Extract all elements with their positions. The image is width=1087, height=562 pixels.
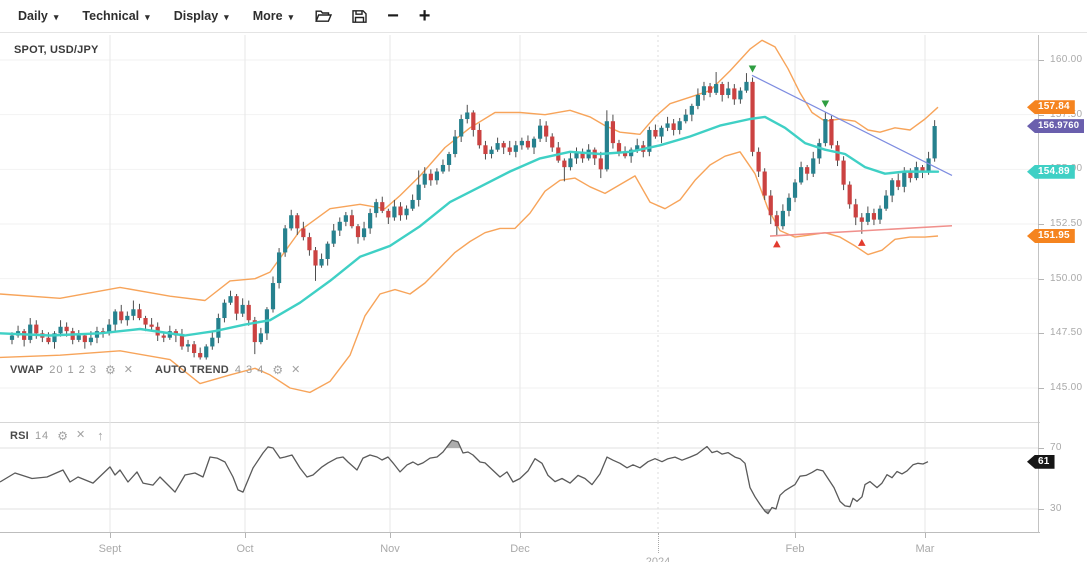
minus-icon: − (387, 6, 399, 26)
price-tick-label: 145.00 (1050, 382, 1087, 393)
rsi-move-up-icon[interactable]: ↑ (97, 429, 104, 442)
menu-more-label: More (253, 9, 283, 23)
zoom-out-button[interactable]: − (377, 0, 409, 32)
rsi-legend-row: RSI 14 ⚙ ✕ ↑ (10, 429, 104, 442)
x-axis-month-label: Oct (225, 543, 265, 555)
plus-icon: + (419, 6, 431, 26)
vwap-remove-icon[interactable]: ✕ (124, 365, 133, 376)
chevron-down-icon: ▾ (289, 12, 294, 23)
price-tickmark (1038, 60, 1044, 61)
save-icon (352, 9, 367, 24)
x-axis-month-label: Nov (370, 543, 410, 555)
bollinger-upper-line (0, 40, 938, 300)
open-layout-button[interactable] (305, 0, 342, 32)
x-axis-month-label: Dec (500, 543, 540, 555)
month-tickmark (110, 533, 111, 538)
chevron-down-icon: ▾ (224, 12, 229, 23)
year-tickmark (658, 533, 660, 553)
vwap-settings-icon[interactable]: ⚙ (105, 364, 116, 376)
price-tickmark (1038, 388, 1044, 389)
chevron-down-icon: ▾ (145, 12, 150, 23)
menu-daily-label: Daily (18, 9, 48, 23)
month-tickmark (390, 533, 391, 538)
price-tick-label: 150.00 (1050, 273, 1087, 284)
vwap-legend-params: 20 1 2 3 (49, 364, 97, 376)
badge-bollinger-lower-value: 151.95 (1027, 229, 1075, 243)
rsi-line (0, 440, 928, 513)
rsi-legend-params: 14 (35, 430, 49, 442)
price-tickmark (1038, 333, 1044, 334)
price-tickmark (1038, 224, 1044, 225)
save-layout-button[interactable] (342, 0, 377, 32)
x-axis-month-label: Feb (775, 543, 815, 555)
auto-trend-legend-label: AUTO TREND (155, 364, 229, 376)
swing-high-marker (822, 100, 830, 107)
vwap-line (0, 117, 938, 336)
zoom-in-button[interactable]: + (409, 0, 441, 32)
x-axis-month-label: Sept (90, 543, 130, 555)
rsi-legend-label: RSI (10, 430, 29, 442)
month-tickmark (520, 533, 521, 538)
vwap-legend-label: VWAP (10, 364, 43, 376)
indicator-legend-row: VWAP 20 1 2 3 ⚙ ✕ AUTO TREND 4 3 4 ⚙ ✕ (10, 364, 300, 376)
bollinger-lower-line (0, 152, 938, 393)
rsi-tickmark (1038, 509, 1044, 510)
price-tick-label: 152.50 (1050, 218, 1087, 229)
swing-low-marker (773, 240, 781, 247)
rsi-panel-canvas[interactable] (0, 422, 1040, 533)
price-tick-label: 160.00 (1050, 54, 1087, 65)
rsi-remove-icon[interactable]: ✕ (76, 430, 85, 441)
badge-bollinger-upper-value: 157.84 (1027, 100, 1075, 114)
rsi-tick-label: 70 (1050, 442, 1087, 453)
menu-display[interactable]: Display ▾ (162, 9, 241, 23)
month-tickmark (795, 533, 796, 538)
chevron-down-icon: ▾ (54, 12, 59, 23)
badge-last-price-value: 156.9760 (1027, 119, 1084, 133)
auto-trend-remove-icon[interactable]: ✕ (291, 365, 300, 376)
auto-trend-legend-params: 4 3 4 (235, 364, 264, 376)
month-tickmark (925, 533, 926, 538)
x-axis-month-label: Mar (905, 543, 945, 555)
price-tickmark (1038, 115, 1044, 116)
menu-display-label: Display (174, 9, 218, 23)
rsi-tickmark (1038, 448, 1044, 449)
symbol-label: SPOT, USD/JPY (14, 44, 99, 56)
menu-more[interactable]: More ▾ (241, 9, 305, 23)
menu-technical-label: Technical (82, 9, 139, 23)
badge-vwap-value: 154.89 (1027, 165, 1075, 179)
menu-daily[interactable]: Daily ▾ (6, 9, 70, 23)
x-axis-year-label: 2024 (638, 556, 678, 562)
auto-trend-settings-icon[interactable]: ⚙ (272, 364, 283, 376)
chart-toolbar: Daily ▾ Technical ▾ Display ▾ More ▾ (0, 0, 1087, 33)
price-tickmark (1038, 279, 1044, 280)
rsi-settings-icon[interactable]: ⚙ (57, 430, 68, 442)
swing-low-marker (858, 239, 866, 246)
folder-open-icon (315, 9, 332, 23)
rsi-tick-label: 30 (1050, 503, 1087, 514)
menu-technical[interactable]: Technical ▾ (70, 9, 161, 23)
charting-app: Daily ▾ Technical ▾ Display ▾ More ▾ (0, 0, 1087, 562)
swing-high-marker (749, 65, 757, 72)
price-tick-label: 147.50 (1050, 327, 1087, 338)
month-tickmark (245, 533, 246, 538)
